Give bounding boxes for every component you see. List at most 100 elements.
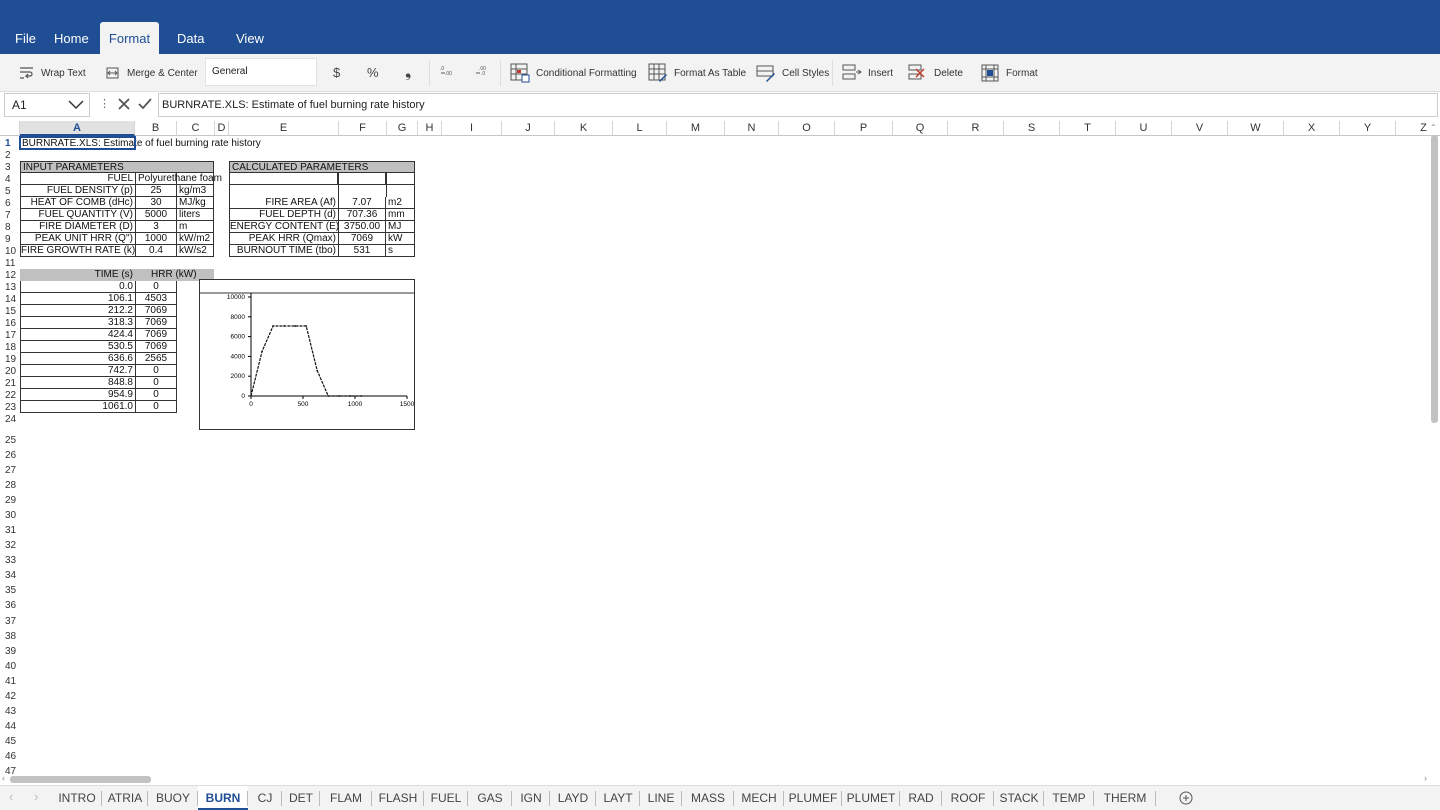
- horizontal-scroll-thumb[interactable]: [10, 776, 151, 783]
- scroll-right-arrow-icon[interactable]: ›: [1424, 773, 1427, 783]
- wrap-text-button[interactable]: Wrap Text: [19, 54, 86, 92]
- sheet-tab-buoy[interactable]: BUOY: [148, 786, 198, 810]
- table-hrr-cell[interactable]: 0: [135, 401, 177, 413]
- select-all-corner[interactable]: [0, 121, 20, 136]
- sheet-tab-line[interactable]: LINE: [640, 786, 682, 810]
- calc-label[interactable]: BURNOUT TIME (tbo): [229, 245, 338, 257]
- input-label[interactable]: FIRE GROWTH RATE (k): [20, 245, 135, 257]
- table-time-cell[interactable]: 424.4: [20, 329, 135, 341]
- column-header-f[interactable]: F: [339, 121, 387, 136]
- table-time-cell[interactable]: 0.0: [20, 281, 135, 293]
- table-time-cell[interactable]: 212.2: [20, 305, 135, 317]
- row-header-35[interactable]: 35: [0, 585, 20, 596]
- table-hrr-cell[interactable]: 0: [135, 377, 177, 389]
- row-header-16[interactable]: 16: [0, 318, 20, 329]
- row-header-31[interactable]: 31: [0, 525, 20, 536]
- increase-decimal-button[interactable]: .00.0: [476, 54, 490, 92]
- currency-button[interactable]: $: [333, 54, 340, 92]
- input-value[interactable]: 5000: [135, 209, 177, 221]
- row-header-39[interactable]: 39: [0, 646, 20, 657]
- row-header-34[interactable]: 34: [0, 570, 20, 581]
- horizontal-scrollbar[interactable]: [0, 775, 1440, 785]
- row-header-33[interactable]: 33: [0, 555, 20, 566]
- confirm-entry-icon[interactable]: [138, 97, 152, 111]
- row-header-21[interactable]: 21: [0, 378, 20, 389]
- row-header-13[interactable]: 13: [0, 282, 20, 293]
- row-header-7[interactable]: 7: [0, 210, 20, 221]
- column-header-w[interactable]: W: [1228, 121, 1284, 136]
- worksheet-grid[interactable]: ABCDEFGHIJKLMNOPQRSTUVWXYZ 1 2 3 4 5 6 7 8 9 10 11…: [0, 121, 1440, 775]
- row-header-40[interactable]: 40: [0, 661, 20, 672]
- sheet-tab-gas[interactable]: GAS: [468, 786, 512, 810]
- column-header-e[interactable]: E: [229, 121, 339, 136]
- input-label[interactable]: FIRE DIAMETER (D): [20, 221, 135, 233]
- row-header-10[interactable]: 10: [0, 246, 20, 257]
- row-header-27[interactable]: 27: [0, 465, 20, 476]
- row-header-41[interactable]: 41: [0, 676, 20, 687]
- calc-empty-cell[interactable]: [229, 185, 338, 197]
- row-header-5[interactable]: 5: [0, 186, 20, 197]
- row-header-11[interactable]: 11: [0, 258, 20, 269]
- table-time-cell[interactable]: 954.9: [20, 389, 135, 401]
- column-header-m[interactable]: M: [667, 121, 725, 136]
- prev-sheet-icon[interactable]: ‹: [9, 789, 13, 804]
- column-header-h[interactable]: H: [418, 121, 442, 136]
- tab-format[interactable]: Format: [100, 22, 159, 54]
- row-header-6[interactable]: 6: [0, 198, 20, 209]
- sheet-tab-plumef[interactable]: PLUMEF: [784, 786, 842, 810]
- vertical-scroll-thumb[interactable]: [1431, 135, 1438, 423]
- input-label[interactable]: FUEL DENSITY (p): [20, 185, 135, 197]
- column-header-s[interactable]: S: [1004, 121, 1060, 136]
- calc-value[interactable]: 7069: [338, 233, 386, 245]
- row-header-22[interactable]: 22: [0, 390, 20, 401]
- tab-home[interactable]: Home: [46, 22, 100, 54]
- sheet-tab-cj[interactable]: CJ: [248, 786, 282, 810]
- calc-value[interactable]: 3750.00: [338, 221, 386, 233]
- input-unit[interactable]: [177, 173, 214, 185]
- row-header-32[interactable]: 32: [0, 540, 20, 551]
- column-header-l[interactable]: L: [613, 121, 667, 136]
- row-header-46[interactable]: 46: [0, 751, 20, 762]
- number-format-select[interactable]: General: [205, 58, 317, 86]
- calc-empty-cell[interactable]: [338, 173, 386, 185]
- sheet-tab-mech[interactable]: MECH: [734, 786, 784, 810]
- add-sheet-icon[interactable]: [1179, 791, 1193, 805]
- formula-input[interactable]: BURNRATE.XLS: Estimate of fuel burning r…: [158, 93, 1438, 117]
- column-header-a[interactable]: A: [20, 121, 135, 136]
- sheet-tab-fuel[interactable]: FUEL: [424, 786, 468, 810]
- chevron-down-icon[interactable]: [68, 97, 84, 113]
- column-header-o[interactable]: O: [779, 121, 835, 136]
- table-time-cell[interactable]: 1061.0: [20, 401, 135, 413]
- row-header-18[interactable]: 18: [0, 342, 20, 353]
- row-header-45[interactable]: 45: [0, 736, 20, 747]
- calc-label[interactable]: FUEL DEPTH (d): [229, 209, 338, 221]
- decrease-decimal-button[interactable]: .0.00: [440, 54, 454, 92]
- column-header-q[interactable]: Q: [893, 121, 948, 136]
- calc-label[interactable]: PEAK HRR (Qmax): [229, 233, 338, 245]
- row-header-15[interactable]: 15: [0, 306, 20, 317]
- sheet-tab-roof[interactable]: ROOF: [942, 786, 994, 810]
- table-hrr-cell[interactable]: 0: [135, 389, 177, 401]
- row-header-36[interactable]: 36: [0, 600, 20, 611]
- sheet-tab-intro[interactable]: INTRO: [52, 786, 102, 810]
- row-header-23[interactable]: 23: [0, 402, 20, 413]
- input-label[interactable]: FUEL: [20, 173, 135, 185]
- column-header-d[interactable]: D: [215, 121, 229, 136]
- calc-empty-cell[interactable]: [229, 173, 338, 185]
- sheet-tab-therm[interactable]: THERM: [1094, 786, 1156, 810]
- row-header-28[interactable]: 28: [0, 480, 20, 491]
- column-header-b[interactable]: B: [135, 121, 177, 136]
- input-parameters-header[interactable]: INPUT PARAMETERS: [20, 161, 214, 173]
- time-column-header[interactable]: TIME (s): [20, 269, 135, 281]
- row-header-43[interactable]: 43: [0, 706, 20, 717]
- calc-empty-cell[interactable]: [338, 185, 386, 197]
- scroll-left-arrow-icon[interactable]: ‹: [2, 773, 5, 783]
- column-header-y[interactable]: Y: [1340, 121, 1396, 136]
- table-hrr-cell[interactable]: 0: [135, 281, 177, 293]
- row-header-2[interactable]: 2: [0, 150, 20, 161]
- column-header-n[interactable]: N: [725, 121, 779, 136]
- input-value[interactable]: 30: [135, 197, 177, 209]
- calc-unit[interactable]: mm: [386, 209, 415, 221]
- table-time-cell[interactable]: 318.3: [20, 317, 135, 329]
- calculated-parameters-header[interactable]: CALCULATED PARAMETERS: [229, 161, 415, 173]
